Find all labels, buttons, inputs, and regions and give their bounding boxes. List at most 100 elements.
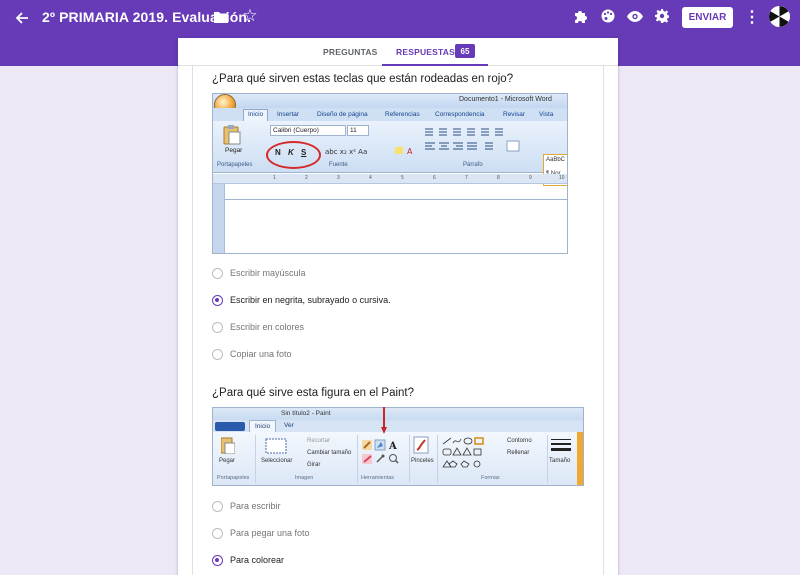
red-highlight-ellipse — [266, 141, 321, 169]
paint-brushes-label: Pinceles — [411, 458, 434, 464]
palette-icon[interactable] — [599, 7, 617, 25]
word-tab-inicio: Inicio — [243, 109, 269, 121]
ruler-number: 3 — [337, 175, 340, 181]
folder-icon[interactable] — [212, 8, 230, 26]
paint-window-title: Sin título2 - Paint — [281, 410, 331, 417]
radio-button-selected[interactable] — [212, 554, 223, 566]
word-ribbon: Pegar Calibri (Cuerpo) 11 N K S abc x₂ x… — [213, 121, 567, 186]
word-tab-insertar: Insertar — [277, 111, 300, 118]
ruler-number: 4 — [369, 175, 372, 181]
radio-button[interactable] — [212, 500, 223, 512]
ruler-number: 5 — [401, 175, 404, 181]
clipboard-icon — [223, 125, 241, 145]
paint-separator — [255, 435, 256, 483]
word-title-bar: Documento1 - Microsoft Word — [213, 94, 567, 108]
paint-size-label: Tamaño — [549, 458, 571, 464]
paint-group-tools: Herramientas — [361, 475, 395, 481]
option-q2-2[interactable]: Para pegar una foto — [212, 526, 310, 540]
paint-ribbon-tabs: Inicio Ver — [213, 420, 583, 432]
word-font-name-field: Calibri (Cuerpo) — [270, 125, 346, 136]
tab-responses[interactable]: RESPUESTAS — [396, 47, 455, 57]
puzzle-icon[interactable] — [571, 7, 589, 25]
send-button[interactable]: ENVIAR — [682, 7, 733, 28]
ruler-number: 1 — [273, 175, 276, 181]
radio-button-selected[interactable] — [212, 294, 223, 306]
option-label: Para escribir — [230, 501, 281, 511]
word-tab-diseno: Diseño de página — [317, 111, 368, 118]
avatar[interactable] — [769, 6, 790, 27]
radio-button[interactable] — [212, 321, 223, 333]
word-tab-correspondencia: Correspondencia — [435, 111, 485, 118]
option-q1-4[interactable]: Copiar una foto — [212, 347, 292, 361]
select-icon — [265, 438, 287, 454]
ruler-number: 6 — [433, 175, 436, 181]
more-vert-icon[interactable]: ⋮ — [743, 7, 761, 27]
word-vertical-ruler — [213, 184, 225, 253]
word-ruler: 1 2 3 4 5 6 7 8 9 10 — [213, 174, 567, 184]
paint-color-swatch — [577, 432, 583, 485]
paint-menu-button — [215, 422, 245, 431]
paint-screenshot-image: Sin título2 - Paint Inicio Ver Pegar Sel… — [212, 407, 584, 486]
paint-tab-inicio: Inicio — [249, 420, 277, 432]
paint-tools-icons: A — [362, 439, 399, 464]
svg-text:A: A — [407, 147, 413, 156]
word-tab-revisar: Revisar — [503, 111, 526, 118]
tab-bar: PREGUNTAS RESPUESTAS 65 — [178, 38, 618, 66]
paint-separator — [547, 435, 548, 483]
word-tab-referencias: Referencias — [385, 111, 420, 118]
paint-group-image: Imagen — [295, 475, 314, 481]
shapes-gallery-icon — [442, 437, 484, 468]
word-window-title: Documento1 - Microsoft Word — [459, 96, 552, 103]
paint-group-shapes: Formas — [481, 475, 500, 481]
option-q2-3[interactable]: Para colorear — [212, 553, 284, 567]
word-paste-label: Pegar — [225, 147, 243, 154]
word-group-clipboard: Portapapeles — [217, 162, 253, 168]
paint-paste-label: Pegar — [219, 458, 236, 464]
ruler-number: 10 — [559, 175, 565, 181]
option-q2-1[interactable]: Para escribir — [212, 499, 281, 513]
paint-crop-label: Recortar — [307, 438, 331, 444]
paint-separator — [409, 435, 410, 483]
paint-resize-label: Cambiar tamaño — [307, 450, 352, 456]
question-title: ¿Para qué sirven estas teclas que están … — [212, 73, 514, 85]
tab-questions[interactable]: PREGUNTAS — [323, 47, 378, 57]
eye-icon[interactable] — [626, 7, 644, 25]
radio-button[interactable] — [212, 348, 223, 360]
option-q1-2[interactable]: Escribir en negrita, subrayado o cursiva… — [212, 293, 391, 307]
option-q1-3[interactable]: Escribir en colores — [212, 320, 304, 334]
svg-text:A: A — [388, 441, 397, 452]
paint-separator — [437, 435, 438, 483]
ruler-number: 8 — [497, 175, 500, 181]
svg-text:abc x₂ x² Aa: abc x₂ x² Aa — [325, 148, 367, 156]
paint-group-clipboard: Portapapeles — [217, 475, 250, 481]
word-group-paragraph: Párrafo — [463, 162, 483, 168]
option-label: Escribir en colores — [230, 322, 305, 332]
word-screenshot-image: Documento1 - Microsoft Word Inicio Inser… — [212, 93, 568, 254]
gear-icon[interactable] — [653, 7, 671, 25]
radio-button[interactable] — [212, 527, 223, 539]
paint-rotate-label: Girar — [307, 462, 321, 468]
red-arrow-icon — [381, 407, 387, 434]
paint-tab-ver: Ver — [284, 422, 294, 429]
clipboard-icon — [221, 437, 235, 454]
ruler-number: 2 — [305, 175, 308, 181]
paint-separator — [357, 435, 358, 483]
word-font-tools-icons: abc x₂ x² Aa A — [325, 147, 413, 156]
responses-count-badge: 65 — [455, 44, 475, 58]
arrow-back-icon[interactable] — [10, 6, 34, 30]
option-label: Escribir mayúscula — [230, 268, 306, 278]
brush-icon — [413, 436, 429, 454]
radio-button[interactable] — [212, 267, 223, 279]
question-title: ¿Para qué sirve esta figura en el Paint? — [212, 387, 415, 399]
option-label: Copiar una foto — [230, 349, 292, 359]
option-label: Para pegar una foto — [230, 528, 310, 538]
option-label: Para colorear — [230, 555, 285, 565]
option-q1-1[interactable]: Escribir mayúscula — [212, 266, 306, 280]
option-label: Escribir en negrita, subrayado o cursiva… — [230, 295, 391, 305]
stroke-size-icon — [551, 439, 571, 451]
paint-fill-label: Rellenar — [507, 450, 530, 456]
star-outline-icon[interactable]: ☆ — [240, 6, 260, 26]
word-ribbon-tabs: Inicio Insertar Diseño de página Referen… — [213, 108, 567, 121]
paint-select-label: Seleccionar — [261, 458, 293, 464]
word-page-edge — [225, 199, 567, 200]
